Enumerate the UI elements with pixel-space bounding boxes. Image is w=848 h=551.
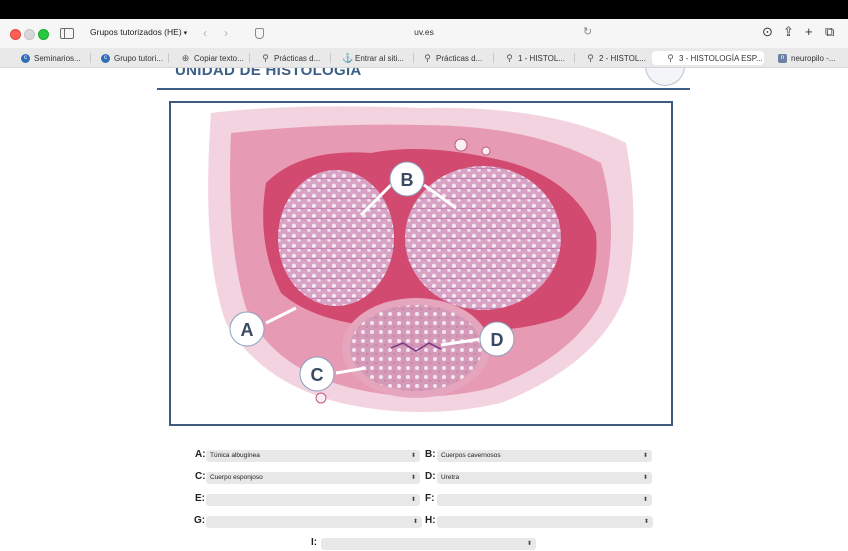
select-arrows-icon: ⬍ xyxy=(412,519,418,525)
tab-histologia-1[interactable]: ⚲ 1 - HISTOL... xyxy=(505,51,569,65)
tab-entrar-al-sitio[interactable]: ⚓ Entrar al siti... xyxy=(342,51,407,65)
tab-grupo-tutorizado[interactable]: c Grupo tutori... xyxy=(101,51,163,65)
select-arrows-icon: ⬍ xyxy=(526,541,532,547)
pin-icon: ⚲ xyxy=(667,52,674,63)
question-label-g: G: xyxy=(194,515,206,526)
answer-select-b[interactable]: Cuerpos cavernosos ⬍ xyxy=(437,450,652,462)
c-icon: c xyxy=(101,53,110,63)
share-icon[interactable]: ⇪ xyxy=(783,24,794,40)
tab-overview-icon[interactable]: ⧉ xyxy=(825,24,834,40)
system-top-bar xyxy=(0,0,848,19)
histology-figure: B A C D xyxy=(169,101,673,426)
select-arrows-icon: ⬍ xyxy=(410,475,416,481)
question-label-a: A: xyxy=(195,449,206,460)
heading-divider xyxy=(157,88,690,90)
download-icon[interactable]: ⊙ xyxy=(762,24,773,40)
sidebar-toggle-icon[interactable] xyxy=(60,28,74,39)
zoom-window-button[interactable] xyxy=(38,29,49,40)
close-window-button[interactable] xyxy=(10,29,21,40)
new-tab-icon[interactable]: + xyxy=(805,24,813,39)
label-a: A xyxy=(241,320,254,340)
pin-icon: ⚲ xyxy=(424,52,431,63)
question-label-e: E: xyxy=(195,493,205,504)
answer-select-d[interactable]: Uretra ⬍ xyxy=(437,472,652,484)
tab-group-label: Grupos tutorizados (HE) xyxy=(90,27,182,37)
answer-select-f[interactable]: ⬍ xyxy=(437,494,652,506)
select-arrows-icon: ⬍ xyxy=(642,497,648,503)
address-bar[interactable]: uv.es xyxy=(400,27,448,37)
question-label-c: C: xyxy=(195,471,206,482)
c-icon: c xyxy=(21,53,30,63)
tab-seminarios[interactable]: c Seminarios... xyxy=(21,51,85,65)
pin-icon: ⚲ xyxy=(506,52,513,63)
select-arrows-icon: ⬍ xyxy=(410,453,416,459)
n-icon: n xyxy=(778,53,787,63)
tab-practicas-1[interactable]: ⚲ Prácticas d... xyxy=(261,51,324,65)
page-content: UNIDAD DE HISTOLOGÍA B A C D A: Túnica a… xyxy=(0,68,848,551)
browser-toolbar: Grupos tutorizados (HE) ▾ ‹ › uv.es ↻ ⊙ ⇪… xyxy=(0,19,848,48)
globe-icon: ⊕ xyxy=(181,52,190,63)
tab-practicas-2[interactable]: ⚲ Prácticas d... xyxy=(423,51,487,65)
tab-copiar-texto[interactable]: ⊕ Copiar texto... xyxy=(181,51,244,65)
back-arrow-icon[interactable]: ‹ xyxy=(203,26,207,40)
university-seal-image xyxy=(645,68,685,86)
reload-icon[interactable]: ↻ xyxy=(583,25,592,38)
privacy-shield-icon[interactable] xyxy=(255,28,264,39)
pin-icon: ⚲ xyxy=(262,52,269,63)
select-arrows-icon: ⬍ xyxy=(642,475,648,481)
answer-select-a[interactable]: Túnica albugínea ⬍ xyxy=(206,450,420,462)
answer-select-g[interactable]: ⬍ xyxy=(206,516,422,528)
answer-select-h[interactable]: ⬍ xyxy=(437,516,653,528)
select-arrows-icon: ⬍ xyxy=(642,453,648,459)
label-b-marker: B xyxy=(389,161,425,197)
label-b: B xyxy=(401,170,414,190)
label-d-marker: D xyxy=(479,321,515,357)
label-d: D xyxy=(491,330,504,350)
tab-histologia-2[interactable]: ⚲ 2 - HISTOL... xyxy=(586,51,648,65)
penis-cross-section-micrograph: B A C D xyxy=(208,106,634,412)
select-arrows-icon: ⬍ xyxy=(643,519,649,525)
question-label-f: F: xyxy=(425,493,435,504)
page-title: UNIDAD DE HISTOLOGÍA xyxy=(175,68,362,79)
label-c: C xyxy=(311,365,324,385)
forward-arrow-icon[interactable]: › xyxy=(224,26,228,40)
tab-group-selector[interactable]: Grupos tutorizados (HE) ▾ xyxy=(90,27,187,37)
answer-select-c[interactable]: Cuerpo esponjoso ⬍ xyxy=(206,472,420,484)
hook-icon: ⚓ xyxy=(342,52,354,63)
tab-neuropilo[interactable]: n neuropilo -... xyxy=(778,51,842,65)
question-label-b: B: xyxy=(425,449,436,460)
chevron-down-icon: ▾ xyxy=(183,30,188,37)
pin-icon: ⚲ xyxy=(587,52,594,63)
question-label-d: D: xyxy=(425,471,436,482)
answer-select-i[interactable]: ⬍ xyxy=(321,538,536,550)
question-label-h: H: xyxy=(425,515,436,526)
label-a-marker: A xyxy=(229,311,265,347)
label-c-marker: C xyxy=(299,356,335,392)
tab-bar: c Seminarios... c Grupo tutori... ⊕ Copiar … xyxy=(0,48,848,68)
minimize-window-button[interactable] xyxy=(24,29,35,40)
tab-histologia-3-active[interactable]: ⚲ 3 - HISTOLOGÍA ESP... xyxy=(652,51,764,65)
answer-select-e[interactable]: ⬍ xyxy=(206,494,420,506)
select-arrows-icon: ⬍ xyxy=(410,497,416,503)
question-label-i: I: xyxy=(311,537,318,548)
